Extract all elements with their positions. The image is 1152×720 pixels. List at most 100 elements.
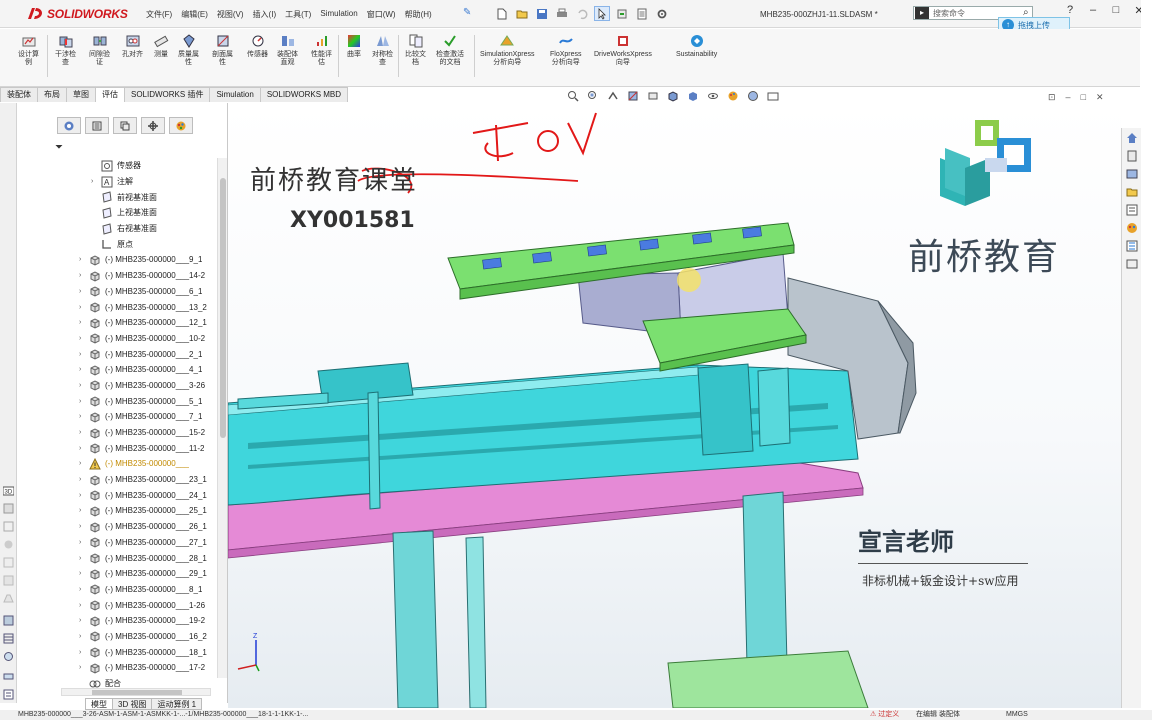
dimxpertmanager-icon[interactable] — [141, 117, 165, 134]
assembly-visualization-button[interactable]: 装配体 直观 — [277, 33, 298, 67]
driveworksxpress-button[interactable]: DriveWorksXpress 向导 — [594, 33, 652, 67]
displaymanager-icon[interactable] — [169, 117, 193, 134]
menu-insert[interactable]: 插入(I) — [253, 9, 277, 20]
tree-item[interactable]: › (-) MHB235-000000___24_1 — [69, 487, 219, 503]
expand-arrow-icon[interactable]: › — [79, 633, 89, 640]
new-document-icon[interactable] — [494, 6, 510, 21]
previous-view-icon[interactable] — [606, 89, 620, 103]
clearance-verification-button[interactable]: 间隙验 证 — [89, 33, 110, 67]
overdefined-status[interactable]: ⚠ 过定义 — [870, 710, 899, 720]
expand-arrow-icon[interactable]: › — [79, 476, 89, 483]
edges-icon[interactable] — [3, 557, 14, 568]
tree-horizontal-scrollbar[interactable] — [61, 688, 211, 696]
check-active-document-button[interactable]: 检查激活 的文档 — [436, 33, 464, 67]
compare-documents-button[interactable]: 比较文 档 — [405, 33, 426, 67]
viewport-maximize-icon[interactable]: □ — [1081, 92, 1086, 103]
tree-item[interactable]: 原点 — [69, 236, 219, 252]
rebuild-icon[interactable] — [614, 6, 630, 21]
tree-item[interactable]: › (-) MHB235-000000___10-2 — [69, 331, 219, 347]
expand-arrow-icon[interactable]: › — [79, 445, 89, 452]
pin-menu-icon[interactable]: ✎ — [463, 8, 473, 18]
tree-item[interactable]: › (-) MHB235-000000___7_1 — [69, 409, 219, 425]
performance-evaluation-button[interactable]: 性能评 估 — [311, 33, 332, 67]
apply-scene-icon[interactable] — [746, 89, 760, 103]
tree-item[interactable]: › (-) MHB235-000000___25_1 — [69, 503, 219, 519]
tree-item[interactable]: › (-) MHB235-000000___17-2 — [69, 660, 219, 676]
expand-arrow-icon[interactable]: › — [79, 398, 89, 405]
select-icon[interactable] — [594, 6, 610, 21]
options-gear-icon[interactable] — [654, 6, 670, 21]
interference-check-button[interactable]: 干涉检 查 — [55, 33, 76, 67]
custom-properties-icon[interactable] — [1126, 240, 1138, 252]
sensor-button[interactable]: 传感器 — [247, 33, 268, 59]
floxpress-button[interactable]: FloXpress 分析向导 — [550, 33, 582, 67]
mass-properties-button[interactable]: 质量属 性 — [178, 33, 199, 67]
tab-solidworks-addins[interactable]: SOLIDWORKS 插件 — [124, 87, 211, 102]
tree-item[interactable]: › (-) MHB235-000000___4_1 — [69, 362, 219, 378]
open-document-icon[interactable] — [514, 6, 530, 21]
file-explorer-icon[interactable] — [1126, 186, 1138, 198]
zebra-icon[interactable] — [3, 633, 14, 644]
tree-item[interactable]: › (-) MHB235-000000___ — [69, 456, 219, 472]
curvature-display-icon[interactable] — [3, 615, 14, 626]
tab-layout[interactable]: 布局 — [37, 87, 67, 102]
view-settings-icon[interactable] — [766, 89, 780, 103]
tree-item[interactable]: › (-) MHB235-000000___2_1 — [69, 346, 219, 362]
home-icon[interactable] — [1126, 132, 1138, 144]
wireframe-icon[interactable] — [3, 521, 14, 532]
shaded-icon[interactable] — [3, 539, 14, 550]
tab-simulation[interactable]: Simulation — [209, 87, 261, 102]
save-icon[interactable] — [534, 6, 550, 21]
simulationxpress-button[interactable]: SimulationXpress 分析向导 — [480, 33, 534, 67]
print-icon[interactable] — [554, 6, 570, 21]
expand-arrow-icon[interactable]: › — [79, 570, 89, 577]
tree-item[interactable]: › (-) MHB235-000000___28_1 — [69, 550, 219, 566]
resources-icon[interactable] — [1126, 150, 1138, 162]
maximize-icon[interactable]: □ — [1109, 4, 1123, 17]
expand-arrow-icon[interactable]: › — [79, 319, 89, 326]
tree-item[interactable]: › (-) MHB235-000000___9_1 — [69, 252, 219, 268]
properties-icon[interactable] — [3, 689, 14, 700]
tab-sketch[interactable]: 草图 — [66, 87, 96, 102]
display-style-icon[interactable] — [686, 89, 700, 103]
tab-solidworks-mbd[interactable]: SOLIDWORKS MBD — [259, 87, 349, 102]
tree-item[interactable]: 右视基准面 — [69, 221, 219, 237]
minimize-icon[interactable]: – — [1086, 4, 1100, 17]
view-palette-icon[interactable] — [1126, 204, 1138, 216]
file-properties-icon[interactable] — [634, 6, 650, 21]
view-orientation-icon[interactable] — [666, 89, 680, 103]
tab-assembly[interactable]: 装配体 — [0, 87, 38, 102]
viewport-minimize-icon[interactable]: – — [1066, 92, 1071, 103]
expand-arrow-icon[interactable]: › — [79, 351, 89, 358]
zoom-to-area-icon[interactable] — [586, 89, 600, 103]
tab-motion-study[interactable]: 运动算例 1 — [151, 698, 203, 710]
tree-item[interactable]: › (-) MHB235-000000___12_1 — [69, 315, 219, 331]
solidworks-logo[interactable]: SOLIDWORKS — [26, 5, 128, 23]
menu-tools[interactable]: 工具(T) — [285, 9, 311, 20]
featuremanager-tree-icon[interactable] — [57, 117, 81, 134]
tree-item[interactable]: › (-) MHB235-000000___19-2 — [69, 613, 219, 629]
expand-arrow-icon[interactable]: › — [79, 335, 89, 342]
hide-show-items-icon[interactable] — [706, 89, 720, 103]
appearances-icon[interactable] — [1126, 222, 1138, 234]
tree-item[interactable]: › (-) MHB235-000000___23_1 — [69, 472, 219, 488]
tree-item[interactable]: › (-) MHB235-000000___15-2 — [69, 425, 219, 441]
tree-item[interactable]: › (-) MHB235-000000___18_1 — [69, 644, 219, 660]
hidden-lines-icon[interactable] — [3, 503, 14, 514]
tree-item[interactable]: › (-) MHB235-000000___3-26 — [69, 378, 219, 394]
dynamic-annotation-icon[interactable] — [646, 89, 660, 103]
expand-arrow-icon[interactable]: › — [79, 272, 89, 279]
expand-arrow-icon[interactable]: › — [79, 429, 89, 436]
expand-arrow-icon[interactable]: › — [79, 602, 89, 609]
expand-arrow-icon[interactable]: › — [79, 555, 89, 562]
tree-item[interactable]: › A 注解 — [69, 174, 219, 190]
sustainability-button[interactable]: Sustainability — [676, 33, 717, 59]
expand-arrow-icon[interactable]: › — [79, 288, 89, 295]
menu-simulation[interactable]: Simulation — [320, 9, 357, 20]
filter-icon[interactable]: ⏷ — [55, 142, 63, 153]
viewport-close-icon[interactable]: ✕ — [1096, 92, 1104, 103]
expand-arrow-icon[interactable]: › — [79, 256, 89, 263]
tab-model[interactable]: 模型 — [85, 698, 113, 710]
curvature-button[interactable]: 曲率 — [346, 33, 362, 59]
tree-vertical-scrollbar[interactable] — [217, 158, 227, 678]
